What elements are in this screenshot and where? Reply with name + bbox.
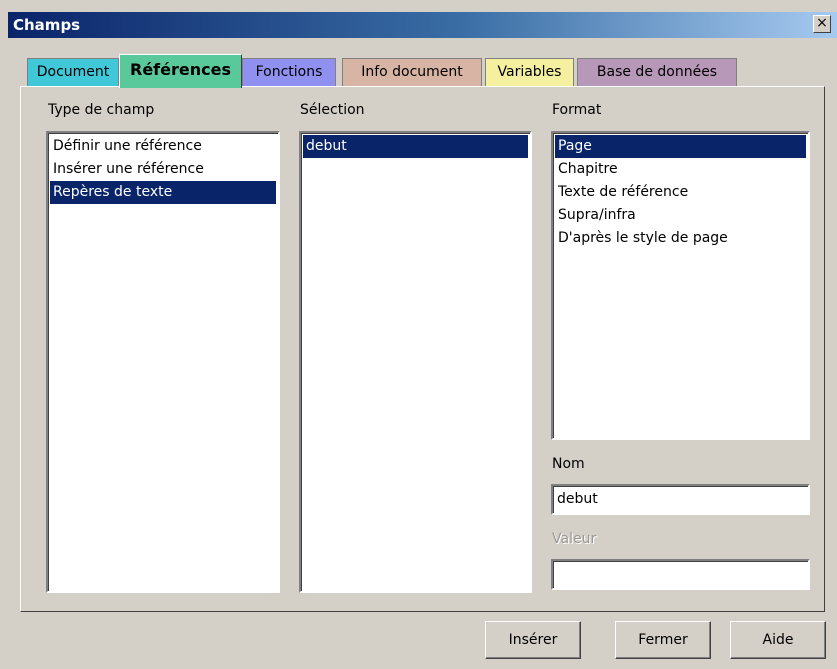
format-list-item[interactable]: D'après le style de page bbox=[555, 227, 806, 250]
close-button[interactable]: Fermer bbox=[615, 621, 711, 659]
name-label: Nom bbox=[552, 456, 585, 472]
format-list-item[interactable]: Texte de référence bbox=[555, 181, 806, 204]
value-field[interactable] bbox=[551, 559, 810, 590]
format-list-item[interactable]: Chapitre bbox=[555, 158, 806, 181]
help-button[interactable]: Aide bbox=[730, 621, 826, 659]
insert-button[interactable]: Insérer bbox=[485, 621, 581, 659]
tab-references[interactable]: Références bbox=[119, 54, 242, 88]
field-type-label: Type de champ bbox=[48, 102, 155, 118]
format-list-item[interactable]: Page bbox=[555, 135, 806, 158]
selection-list-item[interactable]: debut bbox=[303, 135, 528, 158]
field-type-list-item[interactable]: Définir une référence bbox=[50, 135, 276, 158]
tab-variables[interactable]: Variables bbox=[485, 58, 574, 86]
window-title: Champs bbox=[13, 16, 81, 34]
close-icon[interactable]: × bbox=[813, 15, 831, 33]
value-label: Valeur bbox=[552, 531, 597, 547]
format-label: Format bbox=[552, 102, 602, 118]
field-type-list-item[interactable]: Insérer une référence bbox=[50, 158, 276, 181]
tab-functions[interactable]: Fonctions bbox=[242, 58, 336, 86]
field-type-list-item[interactable]: Repères de texte bbox=[50, 181, 276, 204]
selection-list[interactable]: debut bbox=[299, 131, 532, 593]
title-bar: Champs bbox=[8, 12, 837, 38]
format-list[interactable]: Page Chapitre Texte de référence Supra/infr… bbox=[551, 131, 810, 440]
name-field[interactable]: debut bbox=[551, 484, 810, 515]
selection-label: Sélection bbox=[300, 102, 365, 118]
tab-database[interactable]: Base de données bbox=[577, 58, 737, 86]
tab-document-info[interactable]: Info document bbox=[342, 58, 482, 86]
format-list-item[interactable]: Supra/infra bbox=[555, 204, 806, 227]
field-type-list[interactable]: Définir une référence Insérer une référen… bbox=[46, 131, 280, 593]
tab-document[interactable]: Document bbox=[27, 58, 119, 86]
